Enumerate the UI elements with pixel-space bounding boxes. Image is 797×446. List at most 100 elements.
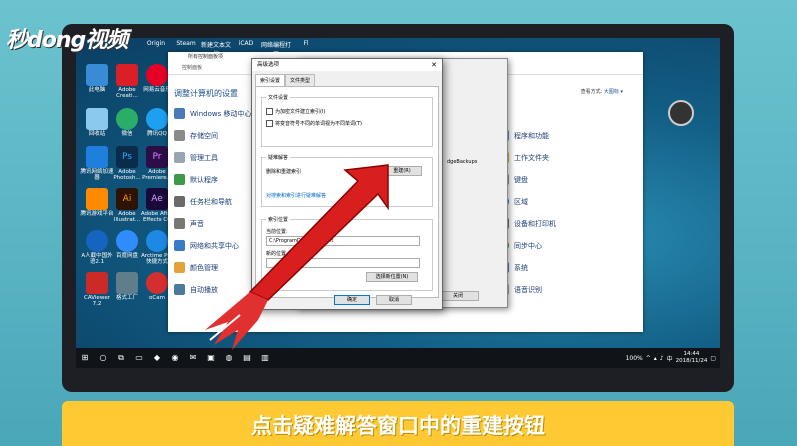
sound-icon — [174, 218, 185, 229]
start-icon[interactable]: ⊞ — [76, 348, 94, 368]
after-effects-icon[interactable]: Ae — [146, 188, 168, 210]
store-icon[interactable]: ◆ — [148, 348, 166, 368]
translator-icon[interactable] — [86, 230, 108, 252]
top-icon-label[interactable]: Origin — [141, 40, 171, 58]
clock-date: 2018/11/24 — [675, 358, 708, 364]
network-sharing-icon — [174, 240, 185, 251]
group-title: 疑难解答 — [266, 154, 291, 161]
file-settings-group: 文件设置 为加密文件建立索引(I) 将变音符号不同的单词视为不同单词(T) — [261, 94, 433, 147]
baidu-netdisk-icon[interactable] — [116, 230, 138, 252]
premiere-icon[interactable]: Pr — [146, 146, 168, 168]
cp-item[interactable]: 存储空间 — [190, 131, 218, 141]
desktop-screen: Origin Steam 新建文本文档 iCAD 网络编程打开 Fl 此电脑 A… — [76, 38, 720, 368]
mail-icon[interactable]: ✉ — [184, 348, 202, 368]
wechat-icon[interactable] — [116, 108, 138, 130]
rebuild-label: 删除和重建索引 — [266, 169, 302, 175]
new-location-field — [266, 258, 420, 268]
page-heading: 调整计算机的设置 — [174, 89, 238, 98]
indexing-close-button[interactable]: 关闭 — [437, 291, 479, 301]
video-background: Origin Steam 新建文本文档 iCAD 网络编程打开 Fl 此电脑 A… — [0, 0, 797, 446]
illustrator-icon[interactable]: Ai — [116, 188, 138, 210]
dialog-title: 高级选项 — [257, 62, 280, 68]
format-factory-icon[interactable] — [116, 272, 138, 294]
cp-item[interactable]: 设备和打印机 — [514, 219, 556, 229]
control-panel-taskbar-icon[interactable]: ▥ — [256, 348, 274, 368]
record-icon — [668, 100, 694, 126]
default-programs-icon — [174, 174, 185, 185]
ocam-icon[interactable] — [146, 272, 168, 294]
view-by-label: 查看方式: — [580, 89, 603, 95]
cp-item[interactable]: 系统 — [514, 263, 528, 273]
browser-icon[interactable]: ◉ — [166, 348, 184, 368]
subtitle-bar: 点击疑难解答窗口中的重建按钮 — [62, 401, 734, 446]
ime-indicator[interactable]: 中 — [667, 354, 673, 363]
group-title: 文件设置 — [266, 94, 291, 101]
notification-icon[interactable]: ▢ — [710, 355, 716, 362]
cancel-button[interactable]: 取消 — [376, 295, 412, 305]
troubleshoot-link[interactable]: 对搜索和索引进行疑难解答 — [266, 192, 326, 199]
encrypt-index-checkbox[interactable] — [266, 108, 273, 115]
view-mode[interactable]: 大图标 ▾ — [604, 89, 623, 95]
advanced-options-dialog: 高级选项 ✕ 索引设置 文件类型 文件设置 为加密文件建立索引(I) 将变音符号… — [251, 58, 443, 310]
battery-indicator[interactable]: 100% — [626, 355, 643, 362]
search-icon[interactable]: ○ — [94, 348, 112, 368]
troubleshooting-group: 疑难解答 删除和重建索引 重建(R) 对搜索和索引进行疑难解答 — [261, 154, 433, 207]
dialog-titlebar: 高级选项 ✕ — [252, 59, 442, 71]
recycle-bin-icon[interactable] — [86, 108, 108, 130]
ok-button[interactable]: 确定 — [334, 295, 370, 305]
photos-icon[interactable]: ▣ — [202, 348, 220, 368]
file-explorer-icon[interactable]: ▭ — [130, 348, 148, 368]
cp-item[interactable]: 网络和共享中心 — [190, 241, 239, 251]
this-pc-icon[interactable] — [86, 64, 108, 86]
adobe-cc-icon[interactable] — [116, 64, 138, 86]
select-new-location-button[interactable]: 选择新位置(N) — [366, 272, 418, 282]
autoplay-icon — [174, 284, 185, 295]
subtitle-text: 点击疑难解答窗口中的重建按钮 — [251, 414, 545, 438]
admin-tools-icon — [174, 152, 185, 163]
taskbar: ⊞ ○ ⧉ ▭ ◆ ◉ ✉ ▣ ◍ ▤ ▥ 100% ^ ▴ ♪ 中 14:44… — [76, 348, 720, 368]
tab-panel: 文件设置 为加密文件建立索引(I) 将变音符号不同的单词视为不同单词(T) 疑难… — [255, 86, 439, 298]
diacritics-checkbox[interactable] — [266, 120, 273, 127]
view-by[interactable]: 查看方式: 大图标 ▾ — [581, 88, 623, 95]
checkbox-label: 将变音符号不同的单词视为不同单词(T) — [275, 121, 362, 127]
group-title: 索引位置 — [266, 216, 291, 223]
arctime-icon[interactable] — [146, 230, 168, 252]
current-location-label: 当前位置: — [266, 229, 288, 235]
photoshop-icon[interactable]: Ps — [116, 146, 138, 168]
cp-item[interactable]: 程序和功能 — [514, 131, 549, 141]
brand-logo: 秒dong视频 — [6, 28, 128, 53]
rebuild-button[interactable]: 重建(R) — [382, 166, 422, 176]
cp-item[interactable]: 自动播放 — [190, 285, 218, 295]
cp-item[interactable]: Windows 移动中心 — [190, 109, 251, 119]
color-management-icon — [174, 262, 185, 273]
tencent-game-icon[interactable] — [86, 188, 108, 210]
cp-item[interactable]: 颜色管理 — [190, 263, 218, 273]
cp-item[interactable]: 区域 — [514, 197, 528, 207]
chrome-icon[interactable]: ◍ — [220, 348, 238, 368]
cp-item[interactable]: 默认程序 — [190, 175, 218, 185]
storage-spaces-icon — [174, 130, 185, 141]
cp-item[interactable]: 键盘 — [514, 175, 528, 185]
volume-icon[interactable]: ♪ — [660, 355, 664, 362]
tab-index-settings[interactable]: 索引设置 — [255, 74, 286, 86]
cp-item[interactable]: 任务栏和导航 — [190, 197, 232, 207]
cp-item[interactable]: 同步中心 — [514, 241, 542, 251]
qq-icon[interactable] — [146, 108, 168, 130]
close-icon[interactable]: ✕ — [431, 59, 437, 71]
cp-item[interactable]: 管理工具 — [190, 153, 218, 163]
cp-item[interactable]: 工作文件夹 — [514, 153, 549, 163]
clock[interactable]: 14:44 2018/11/24 — [676, 351, 708, 365]
chevron-up-icon[interactable]: ^ — [646, 355, 651, 362]
notepad-icon[interactable]: ▤ — [238, 348, 256, 368]
tab-file-types[interactable]: 文件类型 — [285, 74, 316, 86]
backup-path-text: dgeBackups — [447, 159, 478, 165]
netease-music-icon[interactable] — [146, 64, 168, 86]
caviewer-icon[interactable] — [86, 272, 108, 294]
task-view-icon[interactable]: ⧉ — [112, 348, 130, 368]
tencent-accelerator-icon[interactable] — [86, 146, 108, 168]
checkbox-label: 为加密文件建立索引(I) — [275, 109, 326, 115]
network-icon[interactable]: ▴ — [654, 355, 657, 362]
cp-item[interactable]: 声音 — [190, 219, 204, 229]
cp-item[interactable]: 语音识别 — [514, 285, 542, 295]
current-location-field: C:\ProgramData\Microsoft — [266, 236, 420, 246]
